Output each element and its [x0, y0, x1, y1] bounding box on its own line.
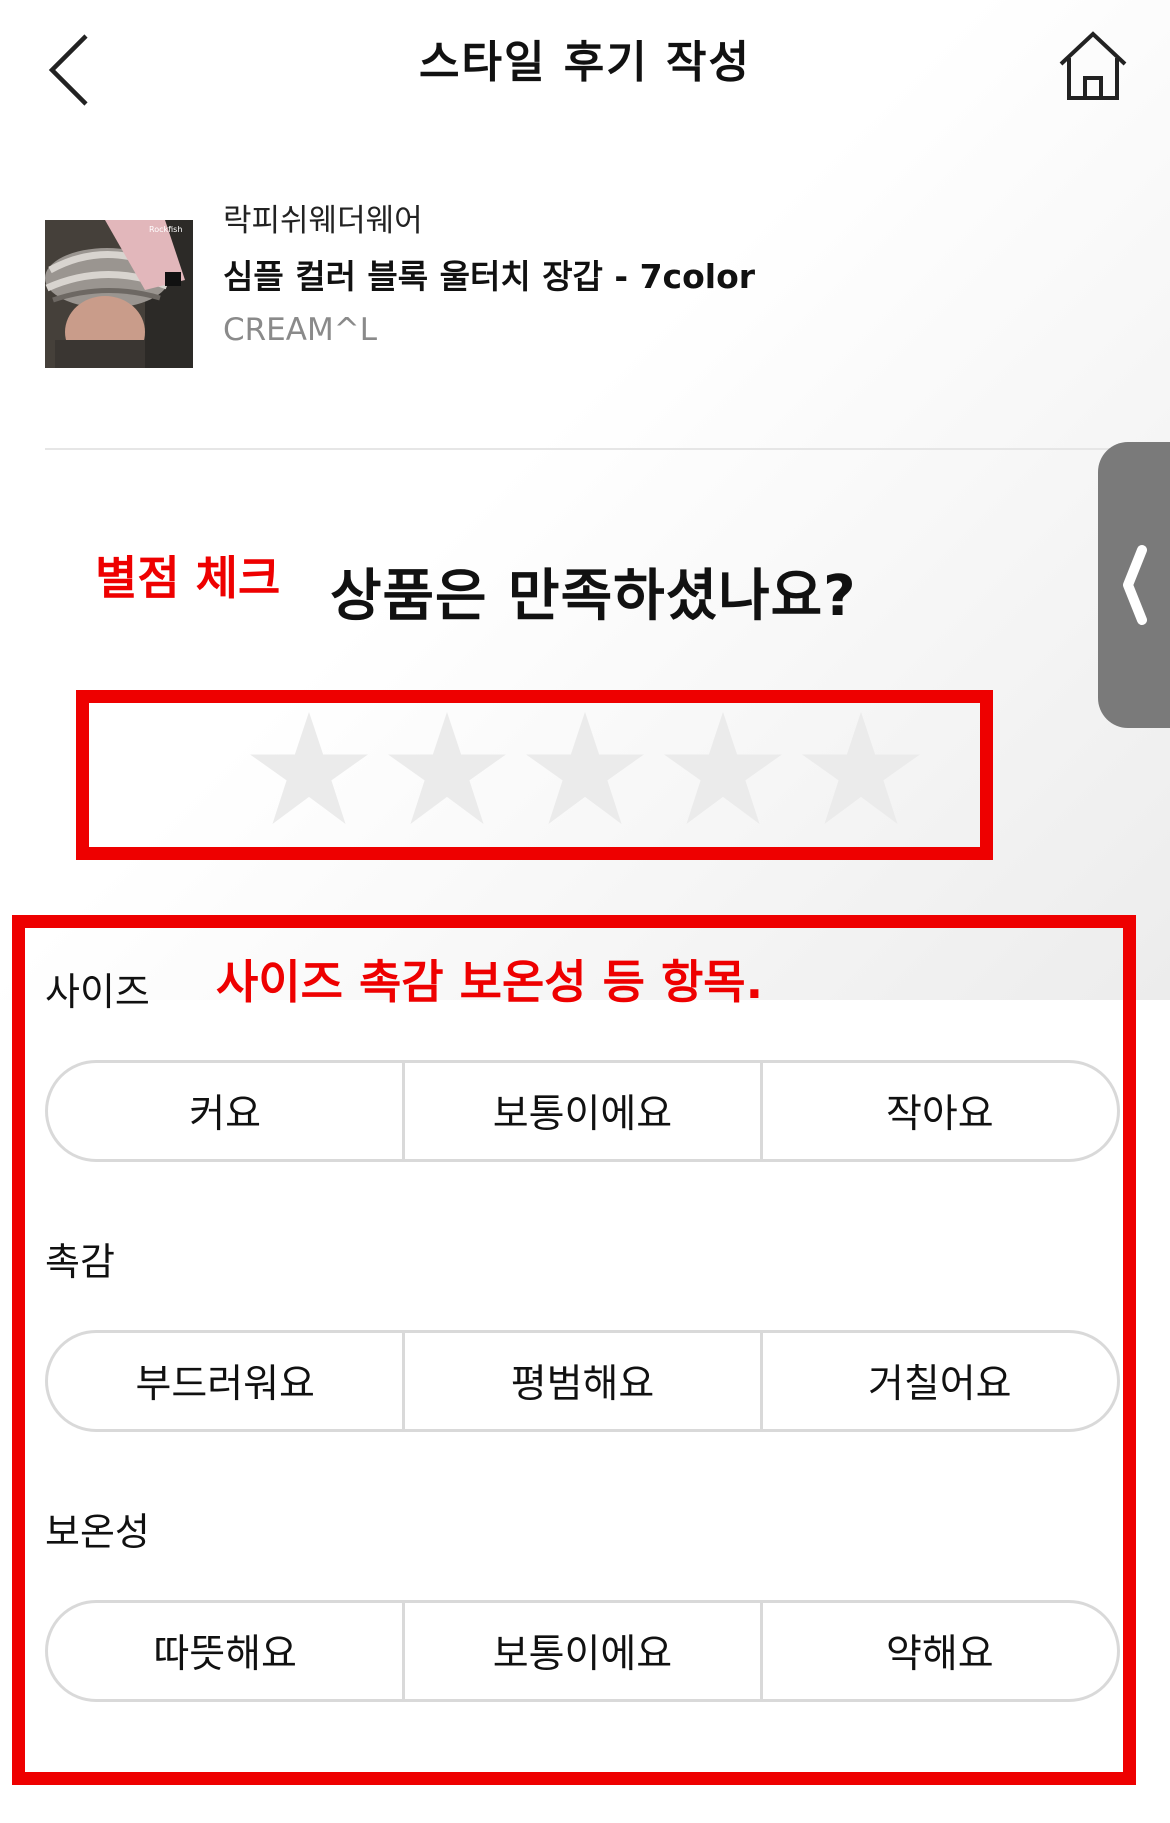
warmth-label: 보온성: [45, 1510, 150, 1554]
star-1-icon[interactable]: [250, 712, 368, 824]
home-button[interactable]: [1055, 28, 1131, 104]
texture-options: 부드러워요 평범해요 거칠어요: [45, 1330, 1120, 1432]
star-3-icon[interactable]: [526, 712, 644, 824]
star-2-icon[interactable]: [388, 712, 506, 824]
svg-text:Rockfish: Rockfish: [149, 225, 182, 234]
warmth-options: 따뜻해요 보통이에요 약해요: [45, 1600, 1120, 1702]
divider: [45, 448, 1170, 450]
chevron-left-icon: [1123, 545, 1147, 625]
warmth-option-weak[interactable]: 약해요: [763, 1603, 1117, 1699]
rating-question: 상품은 만족하셨나요?: [330, 564, 857, 629]
page-title: 스타일 후기 작성: [419, 37, 751, 88]
size-option-normal[interactable]: 보통이에요: [405, 1063, 763, 1159]
home-icon: [1059, 31, 1127, 100]
size-options: 커요 보통이에요 작아요: [45, 1060, 1120, 1162]
product-option: CREAM^L: [223, 312, 377, 348]
size-label: 사이즈: [45, 970, 150, 1014]
rating-annotation: 별점 체크: [95, 551, 281, 605]
side-drawer-tab[interactable]: [1098, 442, 1170, 728]
warmth-option-warm[interactable]: 따뜻해요: [48, 1603, 406, 1699]
texture-label: 촉감: [45, 1240, 115, 1284]
texture-option-average[interactable]: 평범해요: [405, 1333, 763, 1429]
texture-option-rough[interactable]: 거칠어요: [763, 1333, 1117, 1429]
texture-option-soft[interactable]: 부드러워요: [48, 1333, 406, 1429]
product-summary[interactable]: Rockfish 락피쉬웨더웨어 심플 컬러 블록 울터치 장갑 - 7colo…: [45, 200, 945, 380]
star-4-icon[interactable]: [664, 712, 782, 824]
header: 스타일 후기 작성: [0, 0, 1170, 130]
star-5-icon[interactable]: [802, 712, 920, 824]
attributes-annotation: 사이즈 촉감 보온성 등 항목.: [216, 955, 764, 1009]
warmth-option-normal[interactable]: 보통이에요: [405, 1603, 763, 1699]
size-option-small[interactable]: 작아요: [763, 1063, 1117, 1159]
product-thumbnail: Rockfish: [45, 220, 193, 368]
product-name: 심플 컬러 블록 울터치 장갑 - 7color: [223, 257, 756, 296]
brand-name: 락피쉬웨더웨어: [223, 203, 423, 239]
size-option-large[interactable]: 커요: [48, 1063, 406, 1159]
